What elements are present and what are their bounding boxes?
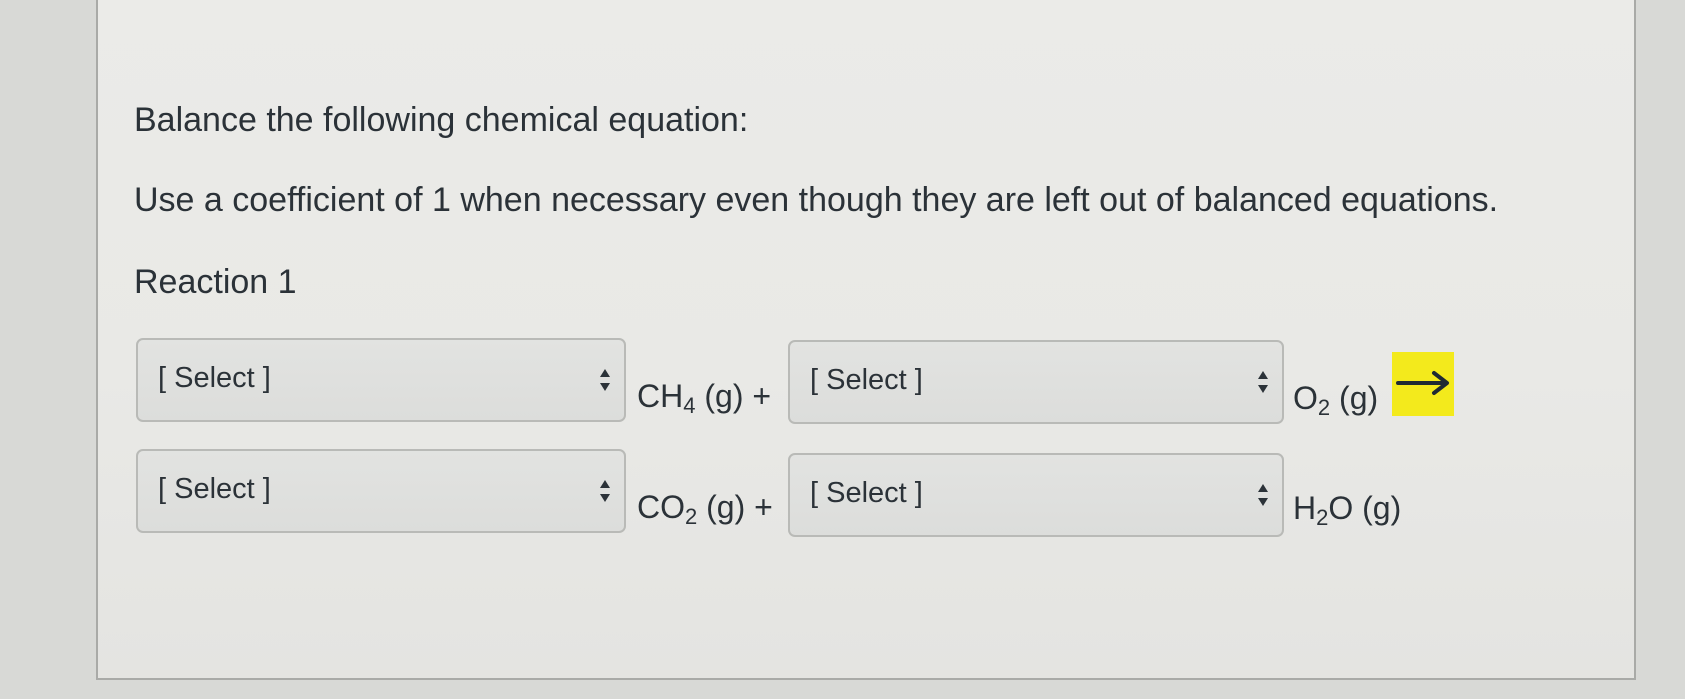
formula: CH (637, 378, 684, 414)
select-arrows-icon (600, 369, 610, 391)
coefficient-select-h2o[interactable]: [ Select ] (788, 453, 1284, 537)
right-arrow-icon (1396, 371, 1449, 395)
formula: CO (637, 489, 685, 525)
state: (g) (706, 489, 746, 525)
select-value: [ Select ] (810, 364, 923, 396)
species-h2o: H2O (g) (1293, 490, 1402, 530)
formula-subscript: 2 (1316, 505, 1329, 530)
formula: O (1293, 380, 1318, 416)
species-ch4: CH4 (g) + (637, 378, 772, 418)
select-value: [ Select ] (810, 477, 923, 509)
coefficient-select-co2[interactable]: [ Select ] (136, 449, 626, 533)
reaction-label: Reaction 1 (134, 263, 297, 301)
select-arrows-icon (600, 480, 610, 502)
formula-subscript: 4 (683, 393, 696, 418)
coefficient-select-o2[interactable]: [ Select ] (788, 340, 1284, 424)
state: (g) (704, 378, 744, 414)
formula-subscript: 2 (685, 504, 698, 529)
question-note: Use a coefficient of 1 when necessary ev… (134, 181, 1499, 219)
plus-sign: + (752, 378, 772, 414)
species-co2: CO2 (g) + (637, 489, 773, 529)
select-arrows-icon (1258, 484, 1268, 506)
select-arrows-icon (1258, 371, 1268, 393)
select-value: [ Select ] (158, 473, 271, 505)
coefficient-select-ch4[interactable]: [ Select ] (136, 338, 626, 422)
select-value: [ Select ] (158, 362, 271, 394)
state: (g) (1362, 490, 1402, 526)
state: (g) (1339, 380, 1379, 416)
formula-subscript: 2 (1317, 395, 1331, 420)
formula-suffix: O (1328, 490, 1354, 526)
question-instruction: Balance the following chemical equation: (134, 101, 749, 139)
plus-sign: + (754, 489, 773, 525)
formula: H (1293, 490, 1317, 526)
species-o2: O2 (g) (1293, 380, 1379, 420)
reaction-arrow-highlight (1392, 352, 1454, 416)
